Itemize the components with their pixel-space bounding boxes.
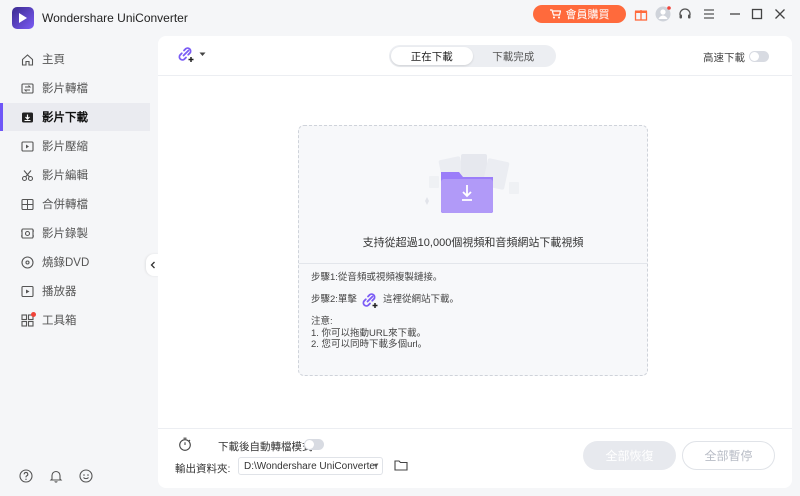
download-icon	[20, 110, 34, 124]
title-bar: Wondershare UniConverter 會員購買	[0, 0, 800, 36]
convert-icon	[20, 81, 34, 95]
sidebar-item-label: 影片轉檔	[42, 83, 88, 95]
record-icon	[20, 226, 34, 240]
link-add-icon	[360, 291, 380, 309]
buy-label: 會員購買	[565, 9, 610, 21]
sidebar-bottom-icons	[18, 468, 93, 483]
high-speed-label: 高速下載	[703, 52, 745, 64]
sidebar-item-merge[interactable]: 合併轉檔	[0, 190, 150, 218]
help-icon[interactable]	[18, 468, 33, 483]
sidebar-item-label: 影片壓縮	[42, 141, 88, 153]
sidebar-item-label: 影片下載	[42, 112, 88, 124]
auto-convert-label: 下載後自動轉檔模式	[218, 441, 313, 453]
note-title: 注意:	[311, 316, 333, 327]
chevron-left-icon	[150, 261, 155, 269]
sidebar-item-download[interactable]: 影片下載	[0, 103, 150, 131]
sidebar-item-label: 主頁	[42, 54, 65, 66]
sidebar-item-convert[interactable]: 影片轉檔	[0, 74, 150, 102]
step-2-suffix: 這裡從網站下載。	[382, 294, 459, 305]
output-folder-label: 輸出資料夾:	[175, 463, 231, 475]
sidebar-item-player[interactable]: 播放器	[0, 277, 150, 305]
step-2: 步驟2:單擊 這裡從網站下載。	[311, 291, 459, 309]
link-add-icon	[178, 47, 194, 62]
app-logo-icon	[12, 7, 34, 29]
high-speed-toggle[interactable]	[749, 51, 769, 62]
sidebar-item-toolbox[interactable]: 工具箱	[0, 306, 150, 334]
merge-icon	[20, 197, 34, 211]
sidebar-item-label: 影片錄製	[42, 228, 88, 240]
add-url-button[interactable]	[176, 45, 206, 63]
step-1-text: 步驟1:從音頻或視頻複製鏈接。	[311, 272, 443, 283]
gift-icon[interactable]	[633, 6, 649, 22]
maximize-icon[interactable]	[749, 6, 765, 22]
resume-all-button[interactable]: 全部恢復	[583, 441, 676, 470]
sidebar-item-edit[interactable]: 影片編輯	[0, 161, 150, 189]
scissors-icon	[20, 168, 34, 182]
bell-icon[interactable]	[48, 468, 63, 483]
sidebar: 主頁 影片轉檔 影片下載 影片壓縮 影片編輯 合併轉檔 影片錄製 燒錄DVD 播…	[0, 36, 158, 496]
sidebar-item-label: 播放器	[42, 286, 77, 298]
player-icon	[20, 284, 34, 298]
output-folder-path: D:\Wondershare UniConverter	[244, 460, 379, 472]
open-folder-icon[interactable]	[394, 459, 408, 471]
download-topbar: 正在下載 下載完成 高速下載	[158, 36, 792, 76]
menu-icon[interactable]	[701, 6, 717, 22]
download-footer: 下載後自動轉檔模式 輸出資料夾: D:\Wondershare UniConve…	[158, 428, 792, 488]
note-2: 2. 您可以同時下載多個url。	[311, 339, 428, 350]
close-icon[interactable]	[772, 6, 788, 22]
notification-dot	[31, 312, 36, 317]
sidebar-item-label: 影片編輯	[42, 170, 88, 182]
sidebar-item-label: 合併轉檔	[42, 199, 88, 211]
chevron-down-icon: ▾	[373, 461, 378, 470]
main-panel: 正在下載 下載完成 高速下載 支持從超過10,000個視頻和音頻網站下載視頻 步…	[158, 36, 792, 488]
sidebar-item-compress[interactable]: 影片壓縮	[0, 132, 150, 160]
download-tabs: 正在下載 下載完成	[389, 45, 556, 67]
supported-sites-text: 支持從超過10,000個視頻和音頻網站下載視頻	[362, 237, 584, 249]
sidebar-item-dvd[interactable]: 燒錄DVD	[0, 248, 150, 276]
feedback-icon[interactable]	[78, 468, 93, 483]
minimize-icon[interactable]	[727, 6, 743, 22]
avatar[interactable]	[655, 6, 671, 22]
tab-finished[interactable]: 下載完成	[473, 47, 555, 65]
sidebar-item-label: 工具箱	[42, 315, 77, 327]
sidebar-item-record[interactable]: 影片錄製	[0, 219, 150, 247]
auto-convert-toggle[interactable]	[304, 439, 324, 450]
headset-icon[interactable]	[677, 6, 693, 22]
caret-down-icon	[199, 52, 206, 56]
download-dropzone[interactable]: 支持從超過10,000個視頻和音頻網站下載視頻 步驟1:從音頻或視頻複製鏈接。 …	[298, 125, 648, 376]
buy-membership-button[interactable]: 會員購買	[533, 5, 626, 23]
dropzone-header: 支持從超過10,000個視頻和音頻網站下載視頻	[299, 126, 647, 264]
sidebar-item-home[interactable]: 主頁	[0, 45, 150, 73]
step-2-prefix: 步驟2:單擊	[311, 294, 357, 305]
compress-icon	[20, 139, 34, 153]
app-title: Wondershare UniConverter	[42, 11, 188, 25]
cart-icon	[549, 9, 561, 19]
dvd-icon	[20, 255, 34, 269]
home-icon	[20, 52, 34, 66]
timer-icon[interactable]	[178, 437, 192, 451]
pause-all-button[interactable]: 全部暫停	[682, 441, 775, 470]
output-folder-select[interactable]: D:\Wondershare UniConverter ▾	[238, 457, 383, 475]
tab-downloading[interactable]: 正在下載	[391, 47, 473, 65]
sidebar-item-label: 燒錄DVD	[42, 257, 90, 269]
download-folder-illustration	[425, 154, 519, 213]
